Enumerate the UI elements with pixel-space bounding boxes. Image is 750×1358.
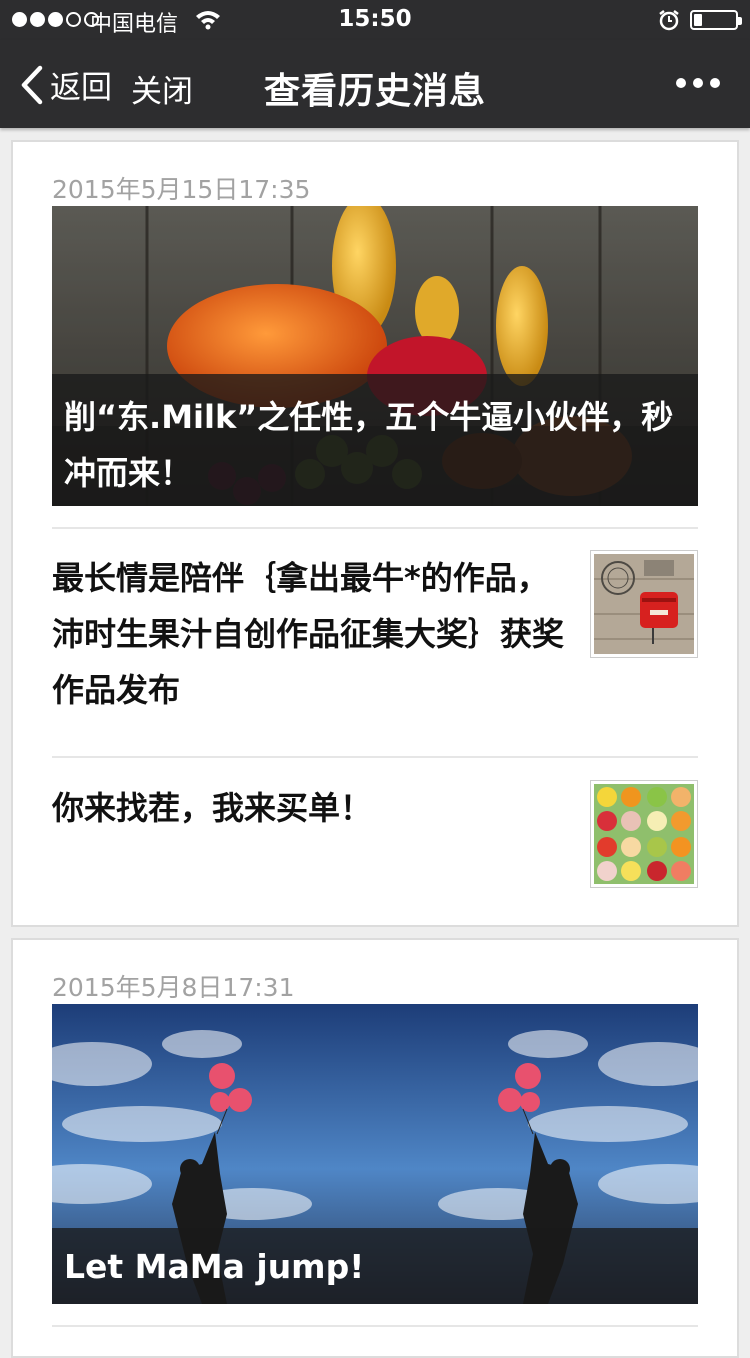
divider xyxy=(52,1325,698,1327)
back-button[interactable]: 返回 xyxy=(18,62,112,107)
red-mailbox-thumbnail xyxy=(594,554,694,654)
battery-icon xyxy=(690,10,742,30)
more-dot-icon xyxy=(676,78,686,88)
message-group-card: 2015年5月8日17:31 Let MaMa jump! xyxy=(11,938,739,1358)
message-group-card: 2015年5月15日17:35 削“东.Milk”之任性，五个牛逼小伙伴，秒冲而… xyxy=(11,140,739,927)
list-item[interactable]: 最长情是陪伴｛拿出最牛*的作品，沛时生果汁自创作品征集大奖｝获奖作品发布 xyxy=(52,548,698,718)
divider xyxy=(52,756,698,758)
divider xyxy=(52,527,698,529)
message-date: 2015年5月8日17:31 xyxy=(52,973,295,1002)
cover-caption: 削“东.Milk”之任性，五个牛逼小伙伴，秒冲而来！ xyxy=(64,398,674,492)
article-thumbnail xyxy=(590,780,698,888)
article-title: 你来找茬，我来买单！ xyxy=(52,789,373,827)
fruit-grid-thumbnail xyxy=(594,784,694,884)
more-options-button[interactable] xyxy=(676,78,720,88)
close-button[interactable]: 关闭 xyxy=(131,66,193,111)
article-thumbnail xyxy=(590,550,698,658)
list-item[interactable]: 你来找茬，我来买单！ xyxy=(52,778,698,908)
cover-article[interactable]: Let MaMa jump! xyxy=(52,1004,698,1304)
status-bar: 中国电信 15:50 xyxy=(0,0,750,40)
message-date: 2015年5月15日17:35 xyxy=(52,175,311,204)
alarm-icon xyxy=(659,10,679,31)
cover-caption: Let MaMa jump! xyxy=(64,1247,365,1286)
back-button-label: 返回 xyxy=(50,70,112,106)
article-title: 最长情是陪伴｛拿出最牛*的作品，沛时生果汁自创作品征集大奖｝获奖作品发布 xyxy=(52,559,565,709)
page-title: 查看历史消息 xyxy=(263,71,486,112)
chevron-left-icon xyxy=(21,65,43,104)
navigation-bar: 返回 关闭 查看历史消息 xyxy=(0,40,750,128)
more-dot-icon xyxy=(710,78,720,88)
more-dot-icon xyxy=(693,78,703,88)
cover-article[interactable]: 削“东.Milk”之任性，五个牛逼小伙伴，秒冲而来！ xyxy=(52,206,698,506)
clock-time: 15:50 xyxy=(338,6,412,32)
